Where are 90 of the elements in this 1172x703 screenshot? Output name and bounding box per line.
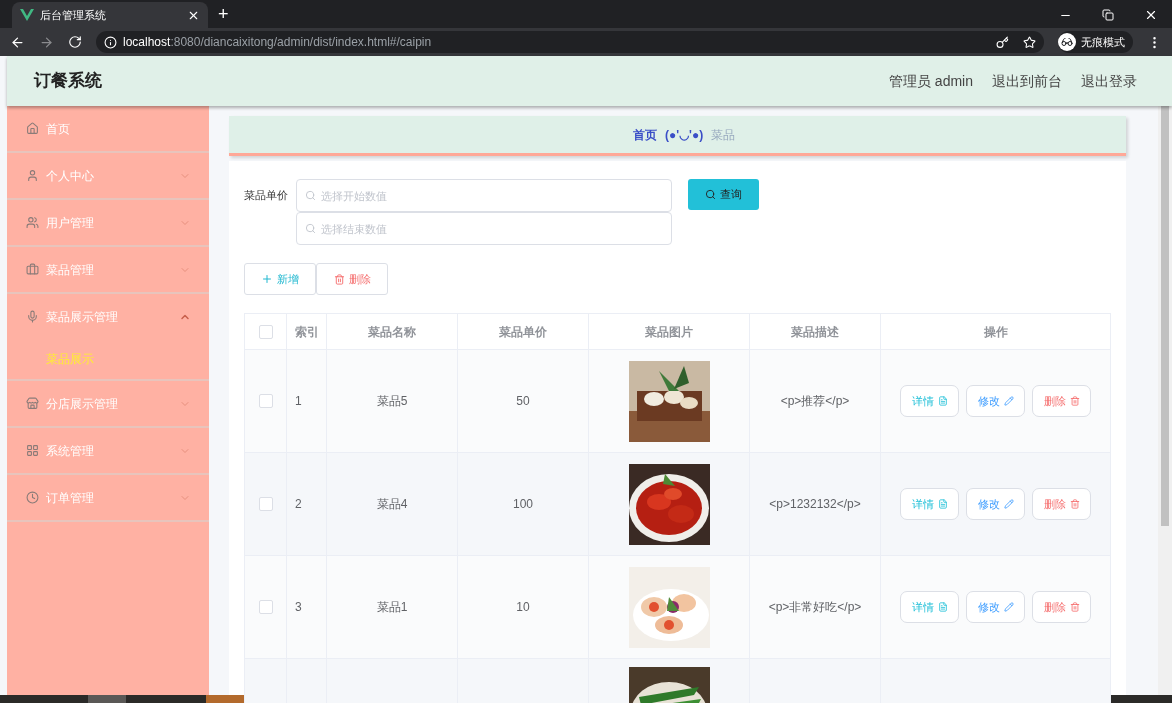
forward-icon[interactable]: [39, 34, 54, 50]
sidebar-item[interactable]: 菜品管理: [7, 247, 209, 292]
table-cell-text: <p>推荐</p>: [780, 393, 850, 410]
info-icon: [104, 35, 117, 49]
microphone-icon: [26, 310, 39, 323]
profile-chip[interactable]: 无痕模式: [1058, 31, 1133, 53]
header-link[interactable]: 退出登录: [1081, 70, 1137, 92]
details-button[interactable]: 详情: [900, 591, 959, 623]
sidebar-item[interactable]: 订单管理: [7, 475, 209, 520]
key-icon[interactable]: [996, 35, 1009, 49]
breadcrumb-current: 菜品: [711, 126, 736, 144]
plus-icon: [261, 273, 273, 285]
table-cell-text: <p>1232132</p>: [769, 496, 861, 513]
delete-button[interactable]: 删除: [316, 263, 388, 295]
breadcrumb-separator: (●'◡'●): [665, 126, 704, 144]
home-icon: [26, 122, 39, 135]
pencil-icon: [1003, 499, 1014, 509]
table-cell-text: 菜品5: [376, 393, 408, 410]
app-title: 订餐系统: [34, 70, 102, 93]
users-icon: [26, 216, 39, 229]
column-header: 操作: [983, 323, 1008, 341]
table-cell-text: 100: [513, 496, 533, 513]
store-icon: [26, 397, 39, 410]
table-cell-text: 2: [295, 496, 302, 513]
sidebar-item[interactable]: 首页: [7, 106, 209, 151]
restore-icon[interactable]: [1102, 9, 1114, 21]
pencil-icon: [1003, 396, 1014, 406]
tab-title: 后台管理系统: [40, 7, 107, 23]
add-button[interactable]: 新增: [244, 263, 316, 295]
table-cell-text: 10: [516, 599, 530, 616]
star-icon[interactable]: [1023, 35, 1036, 49]
trash-icon: [1069, 396, 1080, 406]
edit-button[interactable]: 修改: [966, 385, 1025, 417]
table-cell-text: 菜品4: [376, 496, 408, 513]
incognito-icon: [1058, 33, 1076, 51]
document-icon: [937, 499, 948, 509]
field-label: 菜品单价: [244, 188, 288, 203]
sidebar-item[interactable]: 系统管理: [7, 428, 209, 473]
trash-icon: [1069, 499, 1080, 509]
sidebar-item[interactable]: 分店展示管理: [7, 381, 209, 426]
search-icon: [705, 189, 716, 200]
sidebar-item[interactable]: 个人中心: [7, 153, 209, 198]
checkbox[interactable]: [258, 324, 273, 339]
new-tab-button[interactable]: +: [218, 5, 229, 23]
document-icon: [937, 602, 948, 612]
sidebar-item[interactable]: 菜品展示管理: [7, 294, 209, 339]
user-icon: [26, 169, 39, 182]
sidebar-subitem[interactable]: 菜品展示: [7, 339, 209, 379]
delete-button[interactable]: 删除: [1032, 488, 1091, 520]
url-text: localhost:8080/diancaixitong/admin/dist/index.html#/caipin: [123, 34, 432, 51]
edit-button[interactable]: 修改: [966, 488, 1025, 520]
checkbox[interactable]: [258, 497, 273, 511]
edit-button[interactable]: 修改: [966, 591, 1025, 623]
scrollbar[interactable]: [1158, 106, 1172, 695]
checkbox[interactable]: [258, 394, 273, 408]
details-button[interactable]: 详情: [900, 385, 959, 417]
document-icon: [937, 396, 948, 406]
table-cell-text: 50: [516, 393, 530, 410]
pencil-icon: [1003, 602, 1014, 612]
search-button[interactable]: 查询: [688, 179, 759, 210]
user-label: 管理员 admin: [888, 71, 973, 91]
trash-icon: [333, 273, 345, 285]
table-cell-text: 菜品1: [376, 599, 408, 616]
column-header: 菜品单价: [499, 323, 547, 341]
header-link[interactable]: 退出到前台: [992, 70, 1062, 92]
table-cell-text: <p>非常好吃</p>: [768, 599, 862, 616]
address-bar[interactable]: localhost:8080/diancaixitong/admin/dist/index.html#/caipin: [96, 31, 1044, 53]
details-button[interactable]: 详情: [900, 488, 959, 520]
column-header: 菜品描述: [791, 323, 839, 341]
checkbox[interactable]: [258, 600, 273, 614]
briefcase-icon: [26, 263, 39, 276]
close-icon[interactable]: [1144, 8, 1158, 22]
search-icon: [305, 190, 316, 201]
grid-icon: [26, 444, 39, 457]
search-icon: [305, 223, 316, 234]
logo-icon: [20, 9, 34, 21]
table-cell-text: 3: [295, 599, 302, 616]
delete-button[interactable]: 删除: [1032, 591, 1091, 623]
browser-tab[interactable]: 后台管理系统: [12, 2, 208, 28]
sidebar-item[interactable]: 用户管理: [7, 200, 209, 245]
clock-icon: [26, 491, 39, 504]
back-icon[interactable]: [10, 34, 25, 50]
column-header: 索引: [294, 323, 319, 341]
reload-icon[interactable]: [68, 35, 82, 49]
trash-icon: [1069, 602, 1080, 612]
breadcrumb-link[interactable]: 首页: [633, 125, 657, 144]
delete-button[interactable]: 删除: [1032, 385, 1091, 417]
column-header: 菜品图片: [645, 323, 693, 341]
column-header: 菜品名称: [368, 323, 416, 341]
table-cell-text: 1: [295, 393, 302, 410]
